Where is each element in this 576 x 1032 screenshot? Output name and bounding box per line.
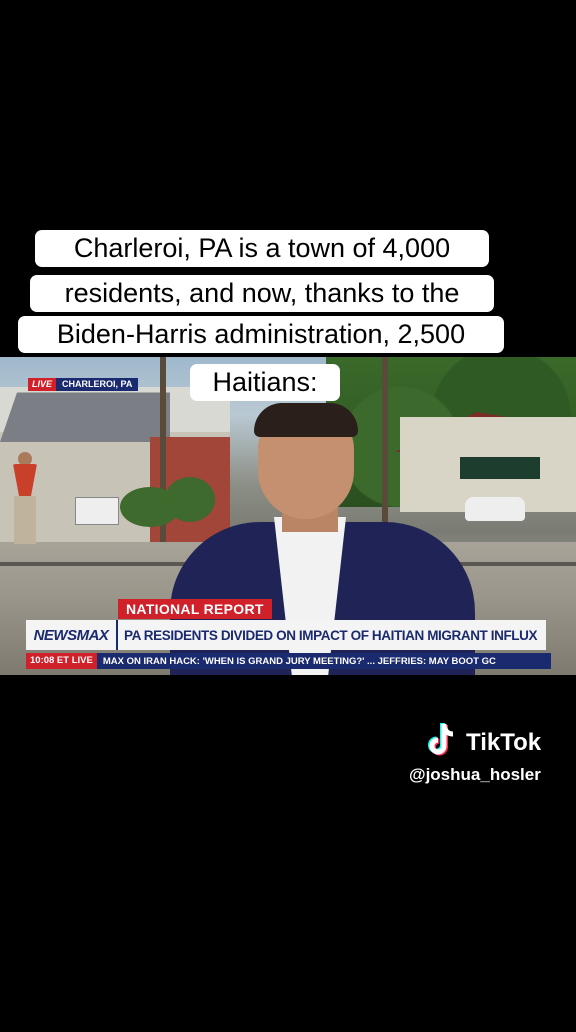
tiktok-brand: TikTok (466, 728, 542, 756)
live-bug: LIVE CHARLEROI, PA (28, 378, 139, 391)
lower-third: NEWSMAX PA RESIDENTS DIVIDED ON IMPACT O… (26, 620, 546, 650)
news-ticker: 10:08 ET LIVE MAX ON IRAN HACK: 'WHEN IS… (26, 653, 551, 669)
tiktok-logo-icon (426, 722, 460, 763)
ticker-time: 10:08 ET LIVE (26, 653, 97, 669)
tiktok-watermark: TikTok (426, 722, 541, 763)
live-tag: LIVE (28, 378, 57, 391)
network-logo: NEWSMAX (26, 620, 118, 650)
caption-line-4: Haitians: (190, 364, 340, 401)
caption-line-1: Charleroi, PA is a town of 4,000 (35, 230, 489, 267)
segment-label: NATIONAL REPORT (118, 599, 272, 619)
pedestrian (10, 452, 40, 547)
ticker-text: MAX ON IRAN HACK: 'WHEN IS GRAND JURY ME… (102, 655, 496, 667)
headline: PA RESIDENTS DIVIDED ON IMPACT OF HAITIA… (124, 627, 538, 643)
tiktok-username: @joshua_hosler (409, 765, 541, 784)
caption-line-3: Biden-Harris administration, 2,500 (18, 316, 504, 353)
video-frame: LIVE CHARLEROI, PA NATIONAL REPORT NEWSM… (0, 357, 576, 675)
caption-line-2: residents, and now, thanks to the (30, 275, 494, 312)
street-sign (75, 497, 119, 525)
location-tag: CHARLEROI, PA (56, 378, 139, 391)
